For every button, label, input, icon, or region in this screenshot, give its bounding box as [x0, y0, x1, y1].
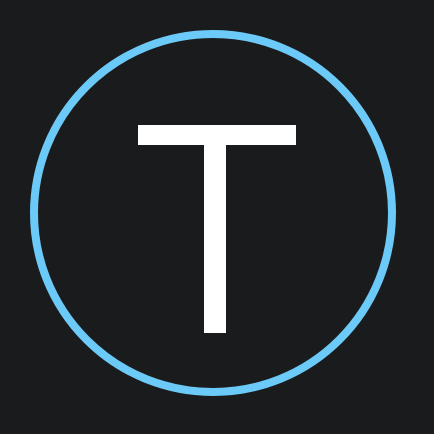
t-letter-glyph [138, 125, 296, 333]
app-icon: T [0, 0, 434, 434]
t-stem [204, 125, 226, 333]
